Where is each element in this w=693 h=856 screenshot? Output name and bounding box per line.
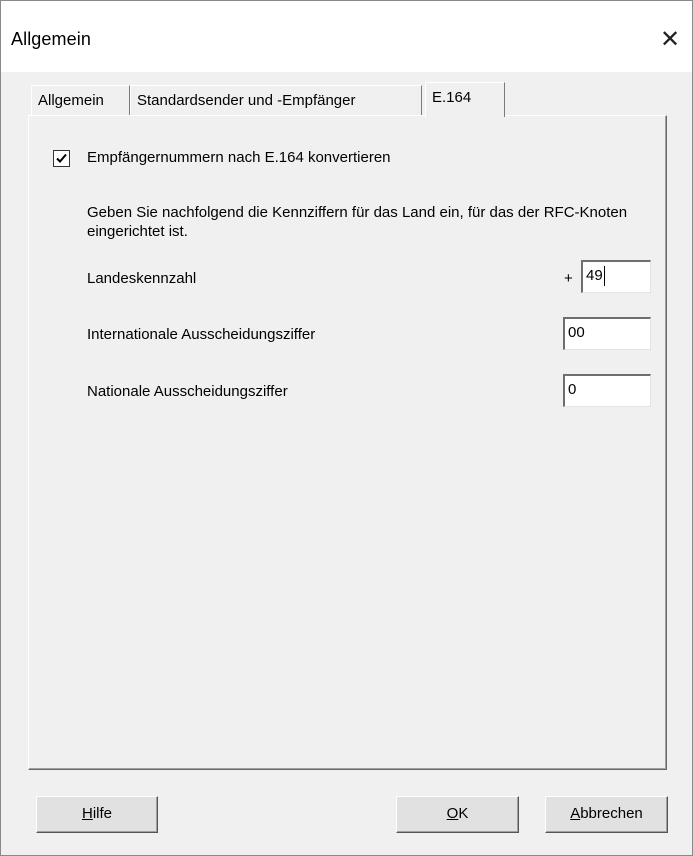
help-mnemonic: H (81, 805, 93, 822)
tab-allgemein[interactable]: Allgemein (31, 85, 130, 116)
description-text: Geben Sie nachfolgend die Kennziffern fü… (87, 204, 628, 240)
country-code-plus: + (564, 270, 573, 287)
ok-button[interactable]: OK (396, 796, 519, 833)
tab-label: Standardsender und -Empfänger (137, 92, 356, 109)
national-prefix-label: Nationale Ausscheidungsziffer (87, 383, 288, 400)
cancel-label: bbrechen (580, 805, 643, 822)
text-caret (603, 266, 605, 287)
tab-e164[interactable]: E.164 (425, 82, 505, 117)
tab-label: Allgemein (38, 92, 104, 109)
tab-label: E.164 (432, 89, 472, 106)
international-prefix-input[interactable]: 00 (563, 317, 651, 350)
ok-mnemonic: O (446, 805, 459, 822)
national-prefix-input[interactable]: 0 (563, 374, 651, 407)
tab-standardsender[interactable]: Standardsender und -Empfänger (130, 85, 422, 116)
dialog-window: Allgemein ✕ Allgemein Standardsender und… (0, 0, 693, 856)
close-button[interactable]: ✕ (648, 19, 692, 59)
close-icon: ✕ (659, 25, 681, 53)
title-bar: Allgemein ✕ (1, 0, 692, 72)
national-prefix-value: 0 (568, 381, 577, 398)
help-button[interactable]: Hilfe (36, 796, 158, 833)
country-code-input[interactable]: 49 (581, 260, 651, 293)
window-title: Allgemein (11, 29, 91, 49)
international-prefix-value: 00 (568, 324, 585, 341)
convert-e164-checkbox[interactable] (53, 150, 70, 167)
checkmark-icon (56, 153, 67, 163)
country-code-label: Landeskennzahl (87, 270, 197, 287)
country-code-value: 49 (586, 267, 603, 284)
cancel-button[interactable]: Abbrechen (545, 796, 668, 833)
international-prefix-label: Internationale Ausscheidungsziffer (87, 326, 316, 343)
ok-label: K (458, 805, 469, 822)
help-label: ilfe (92, 805, 113, 822)
cancel-mnemonic: A (570, 805, 581, 822)
convert-e164-label: Empfängernummern nach E.164 konvertieren (87, 149, 391, 166)
